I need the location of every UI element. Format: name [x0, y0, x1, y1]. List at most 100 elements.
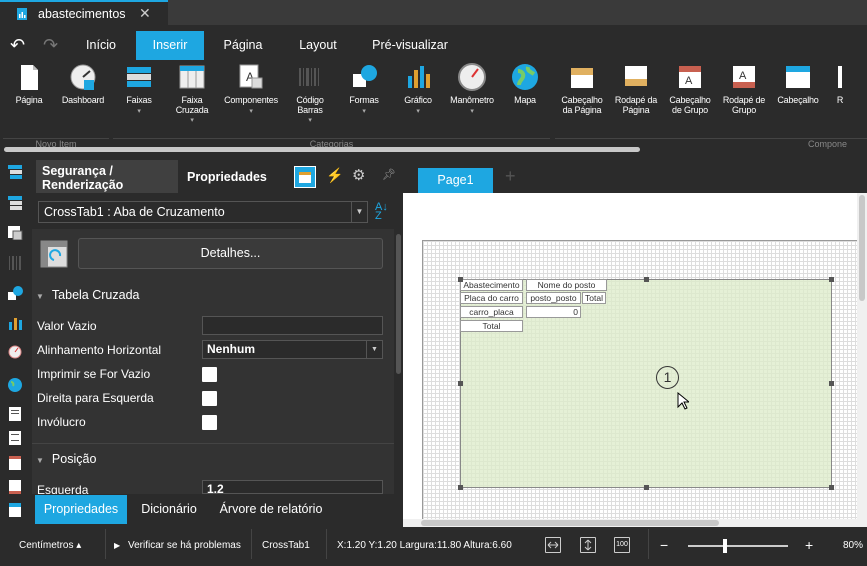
resize-handle[interactable] [644, 485, 649, 490]
pin-icon[interactable]: 📌︎ [382, 168, 396, 181]
wrapper-checkbox[interactable] [202, 415, 217, 430]
ribbon-group-header-button[interactable]: A Cabeçalho de Grupo [664, 62, 716, 115]
menu-inicio[interactable]: Início [75, 31, 127, 60]
close-icon[interactable]: ✕ [139, 5, 151, 22]
properties-scrollbar[interactable] [395, 229, 402, 495]
ribbon-components-button[interactable]: A Componentes ▾ [222, 62, 280, 116]
toolbox-page-header-icon[interactable] [8, 407, 24, 421]
ribbon-cross-band-button[interactable]: Faixa Cruzada ▾ [167, 62, 217, 126]
chevron-down-icon[interactable]: ▼ [351, 202, 367, 222]
ribbon-group-footer-button[interactable]: A Rodapé de Grupo [718, 62, 770, 115]
menu-layout[interactable]: Layout [287, 31, 349, 60]
properties-scrollbar-thumb[interactable] [396, 234, 401, 374]
undo-icon[interactable]: ↶ [10, 35, 25, 56]
resize-handle[interactable] [644, 277, 649, 282]
resize-handle[interactable] [458, 381, 463, 386]
toolbox-barcode-icon[interactable] [8, 256, 24, 270]
resize-handle[interactable] [829, 485, 834, 490]
menu-inserir[interactable]: Inserir [136, 31, 204, 60]
tab-properties[interactable]: Propriedades [187, 170, 267, 184]
tab-properties-bottom[interactable]: Propriedades [35, 495, 127, 524]
crosstab-cell[interactable]: carro_placa [460, 306, 523, 318]
horizontal-alignment-select[interactable]: Nenhum ▼ [202, 340, 383, 359]
chevron-down-icon[interactable]: ▼ [366, 341, 382, 358]
toolbox-shapes-icon[interactable] [8, 286, 24, 300]
tab-security-rendering[interactable]: Segurança / Renderização [36, 160, 178, 193]
crosstab-cell[interactable]: Abastecimento [460, 279, 523, 291]
canvas-horizontal-scrollbar[interactable] [403, 519, 857, 527]
left-field[interactable]: 1,2 [202, 480, 383, 494]
ribbon-scrollbar-thumb[interactable] [4, 147, 640, 152]
menu-pre-visualizar[interactable]: Pré-visualizar [360, 31, 460, 60]
tab-report-tree[interactable]: Árvore de relatório [212, 495, 330, 524]
gear-icon[interactable]: ⚙ [352, 166, 365, 184]
toolbox-header-icon[interactable] [8, 503, 24, 517]
component-selector[interactable]: CrossTab1 : Aba de Cruzamento ▼ [38, 201, 368, 223]
add-page-button[interactable]: + [505, 166, 516, 187]
ribbon-shapes-button[interactable]: Formas ▾ [339, 62, 389, 116]
zoom-slider-thumb[interactable] [723, 539, 727, 553]
section-position[interactable]: ▼ Posição [36, 452, 96, 466]
tab-dictionary[interactable]: Dicionário [133, 495, 205, 524]
fit-width-icon[interactable] [545, 537, 561, 553]
toolbox-components-icon[interactable] [8, 226, 24, 241]
toolbox-chart-icon[interactable] [8, 316, 24, 330]
section-crosstab[interactable]: ▼ Tabela Cruzada [36, 288, 139, 302]
page-icon [14, 62, 44, 92]
cross-band-icon [177, 62, 207, 92]
tab-page1[interactable]: Page1 [418, 168, 493, 193]
crosstab-cell[interactable]: Placa do carro [460, 292, 523, 304]
categorized-view-icon[interactable] [294, 166, 316, 188]
toolbox-group-header-icon[interactable] [8, 456, 24, 470]
canvas-horizontal-scrollbar-thumb[interactable] [421, 520, 719, 526]
zoom-slider-track[interactable] [688, 545, 788, 547]
ribbon-map-button[interactable]: Mapa [502, 62, 548, 106]
canvas-vertical-scrollbar[interactable] [857, 193, 867, 527]
ribbon-barcode-button[interactable]: Código Barras ▾ [285, 62, 335, 126]
toolbox-page-footer-icon[interactable] [8, 431, 24, 445]
ribbon-bands-button[interactable]: Faixas ▾ [114, 62, 164, 116]
menu-pagina[interactable]: Página [212, 31, 274, 60]
ribbon-chart-button[interactable]: Gráfico ▾ [394, 62, 442, 116]
details-button[interactable]: Detalhes... [78, 238, 383, 269]
horizontal-alignment-value: Nenhum [207, 342, 255, 356]
zoom-out-button[interactable]: − [660, 537, 668, 553]
units-selector[interactable]: Centímetros ▴ [19, 540, 81, 551]
resize-handle[interactable] [458, 277, 463, 282]
toolbox-group-footer-icon[interactable] [8, 480, 24, 494]
fit-height-icon[interactable] [580, 537, 596, 553]
crosstab-cell[interactable]: Total [582, 292, 606, 304]
document-tab[interactable]: abastecimentos ✕ [0, 0, 168, 25]
ribbon-header-button[interactable]: Cabeçalho [772, 62, 824, 106]
ribbon-dashboard-button[interactable]: Dashboard [56, 62, 110, 106]
ribbon-gauge-button[interactable]: Manômetro ▾ [446, 62, 498, 116]
toolbox-cross-bands-icon[interactable] [8, 196, 24, 210]
crosstab-cell[interactable]: Total [460, 320, 523, 332]
crosstab-cell[interactable]: Nome do posto [526, 279, 607, 291]
crosstab-cell[interactable]: 0 [526, 306, 581, 318]
ribbon-more-button[interactable]: R [830, 62, 850, 106]
shapes-icon [349, 62, 379, 92]
toolbox-bands-icon[interactable] [8, 165, 24, 179]
resize-handle[interactable] [829, 277, 834, 282]
sort-alphabetical-icon[interactable]: A↓ Z [375, 202, 388, 222]
print-if-empty-checkbox[interactable] [202, 367, 217, 382]
zoom-in-button[interactable]: + [805, 537, 813, 553]
right-to-left-checkbox[interactable] [202, 391, 217, 406]
ribbon-page-footer-button[interactable]: Rodapé da Página [610, 62, 662, 115]
ribbon-scrollbar[interactable] [0, 147, 867, 152]
redo-icon[interactable]: ↷ [43, 35, 58, 56]
ribbon-page-button[interactable]: Página [4, 62, 54, 106]
ribbon-page-header-button[interactable]: Cabeçalho da Página [556, 62, 608, 115]
toolbox-gauge-icon[interactable] [8, 345, 24, 359]
resize-handle[interactable] [829, 381, 834, 386]
events-lightning-icon[interactable]: ⚡ [326, 167, 343, 184]
toolbox-map-icon[interactable] [8, 378, 24, 392]
play-icon[interactable]: ▶ [114, 541, 120, 550]
resize-handle[interactable] [458, 485, 463, 490]
canvas-vertical-scrollbar-thumb[interactable] [859, 195, 865, 301]
check-issues-button[interactable]: Verificar se há problemas [128, 540, 241, 551]
actual-size-icon[interactable]: 100 [614, 537, 630, 553]
crosstab-cell[interactable]: posto_posto [526, 292, 581, 304]
empty-value-field[interactable] [202, 316, 383, 335]
